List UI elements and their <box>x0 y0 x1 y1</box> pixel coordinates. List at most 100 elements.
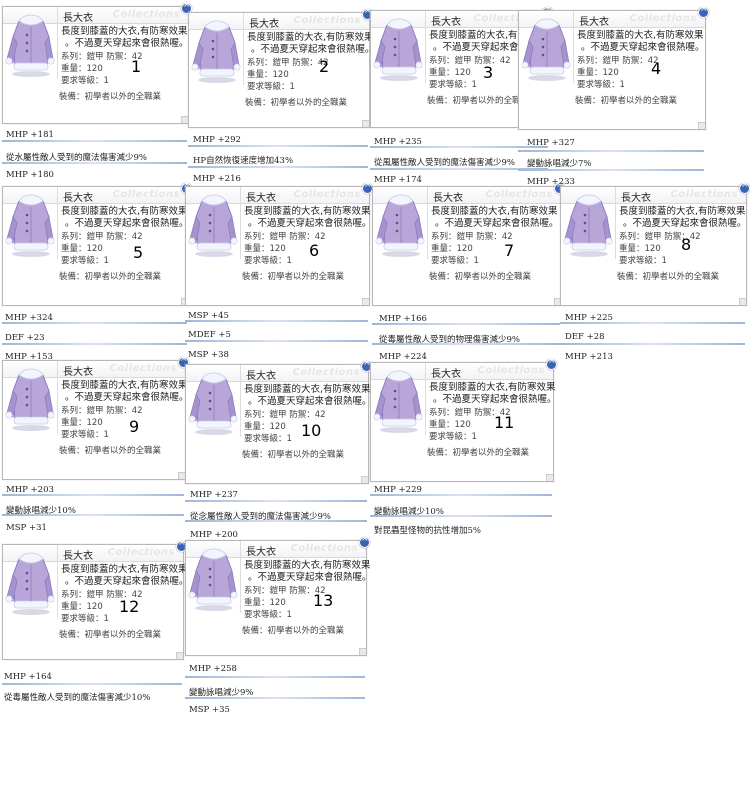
item-tooltip-card-8: 長大衣 Collections 長度到膝蓋的大衣,有防寒效果 。不過夏天穿起來會… <box>560 180 750 306</box>
bonus-stat-line: 從毒屬性敵人受到的魔法傷害減少10% <box>4 693 151 703</box>
coat-icon <box>371 11 426 83</box>
resize-grip[interactable] <box>359 648 366 655</box>
coat-icon <box>186 365 241 437</box>
item-equip-classes: 裝備：初學者以外的全職業 <box>575 96 678 106</box>
item-title: 長大衣 <box>63 193 93 204</box>
item-required-level: 要求等級：1 <box>61 256 109 266</box>
bonus-separator <box>560 322 745 324</box>
coat-icon <box>3 361 58 433</box>
bonus-stat-line: MHP +181 <box>6 130 54 140</box>
item-description-line-1: 長度到膝蓋的大衣,有防寒效果 <box>61 380 188 391</box>
item-series-defense: 系列：鎧甲 防禦：42 <box>429 56 511 66</box>
item-equip-classes: 裝備：初學者以外的全職業 <box>242 626 345 636</box>
item-description-line-2: 。不過夏天穿起來會很熱喔。 <box>581 42 705 53</box>
item-series-defense: 系列：鎧甲 防禦：42 <box>244 410 326 420</box>
resize-grip[interactable] <box>739 298 746 305</box>
item-description-line-2: 。不過夏天穿起來會很熱喔。 <box>65 576 189 587</box>
bonus-separator <box>2 322 187 324</box>
card-index-number: 4 <box>651 59 662 78</box>
coat-icon <box>186 541 241 613</box>
item-equip-classes: 裝備：初學者以外的全職業 <box>429 272 532 282</box>
close-icon[interactable] <box>698 4 709 18</box>
resize-grip[interactable] <box>176 652 183 659</box>
bonus-stat-line: MHP +180 <box>6 170 54 180</box>
item-title: 長大衣 <box>249 19 279 30</box>
item-required-level: 要求等級：1 <box>244 610 292 620</box>
close-icon[interactable] <box>739 180 750 194</box>
item-description-line-2: 。不過夏天穿起來會很熱喔。 <box>65 218 189 229</box>
item-weight: 重量：120 <box>619 244 661 254</box>
item-required-level: 要求等級：1 <box>431 256 479 266</box>
item-description-line-2: 。不過夏天穿起來會很熱喔。 <box>65 392 189 403</box>
item-weight: 重量：120 <box>429 420 471 430</box>
close-icon[interactable] <box>359 534 370 548</box>
bonus-separator <box>518 150 704 152</box>
item-series-defense: 系列：鎧甲 防禦：42 <box>61 406 143 416</box>
resize-grip[interactable] <box>178 472 185 479</box>
bonus-stat-line: MHP +174 <box>374 175 422 185</box>
bonus-stat-line: MHP +237 <box>190 490 238 500</box>
item-description-line-2: 。不過夏天穿起來會很熱喔。 <box>251 44 375 55</box>
item-required-level: 要求等級：1 <box>577 80 625 90</box>
item-title: 長大衣 <box>431 17 461 28</box>
collections-watermark: Collections <box>670 189 738 200</box>
item-description-line-1: 長度到膝蓋的大衣,有防寒效果 <box>61 206 188 217</box>
coat-icon <box>3 7 58 79</box>
coat-icon <box>3 187 58 259</box>
item-tooltip-card-2: 長大衣 Collections 長度到膝蓋的大衣,有防寒效果 。不過夏天穿起來會… <box>188 6 375 128</box>
collections-watermark: Collections <box>292 367 360 378</box>
coat-icon <box>186 187 241 259</box>
collections-watermark: Collections <box>293 15 361 26</box>
item-weight: 重量：120 <box>61 602 103 612</box>
item-equip-classes: 裝備：初學者以外的全職業 <box>59 272 162 282</box>
bonus-stat-line: HP自然恢復速度增加43% <box>193 156 294 166</box>
bonus-separator <box>185 340 368 342</box>
resize-grip[interactable] <box>698 122 705 129</box>
card-index-number: 11 <box>494 413 515 432</box>
bonus-separator <box>188 145 368 147</box>
resize-grip[interactable] <box>546 474 553 481</box>
item-description-line-1: 長度到膝蓋的大衣,有防寒效果 <box>244 206 371 217</box>
card-index-number: 12 <box>119 597 140 616</box>
item-title: 長大衣 <box>579 17 609 28</box>
collections-watermark: Collections <box>293 189 361 200</box>
item-weight: 重量：120 <box>61 244 103 254</box>
close-icon[interactable] <box>546 356 557 370</box>
item-description-line-1: 長度到膝蓋的大衣,有防寒效果 <box>247 32 374 43</box>
item-equip-classes: 裝備：初學者以外的全職業 <box>242 272 345 282</box>
card-index-number: 3 <box>483 63 494 82</box>
collections-watermark: Collections <box>290 543 358 554</box>
card-index-number: 6 <box>309 241 320 260</box>
coat-icon <box>189 13 244 85</box>
item-title: 長大衣 <box>63 367 93 378</box>
item-description-line-1: 長度到膝蓋的大衣,有防寒效果 <box>244 560 371 571</box>
bonus-stat-line: MSP +38 <box>188 350 229 360</box>
item-tooltip-card-1: 長大衣 Collections 長度到膝蓋的大衣,有防寒效果 。不過夏天穿起來會… <box>2 0 192 124</box>
bonus-separator <box>188 166 368 168</box>
item-equip-classes: 裝備：初學者以外的全職業 <box>59 92 162 102</box>
item-equip-classes: 裝備：初學者以外的全職業 <box>59 630 162 640</box>
collections-watermark: Collections <box>485 189 553 200</box>
item-tooltip-card-10: 長大衣 Collections 長度到膝蓋的大衣,有防寒效果 。不過夏天穿起來會… <box>185 358 372 484</box>
item-description-line-2: 。不過夏天穿起來會很熱喔。 <box>248 218 372 229</box>
resize-grip[interactable] <box>181 116 188 123</box>
bonus-stat-line: MHP +216 <box>193 174 241 184</box>
bonus-stat-line: MHP +153 <box>5 352 53 362</box>
item-tooltip-card-7: 長大衣 Collections 長度到膝蓋的大衣,有防寒效果 。不過夏天穿起來會… <box>372 180 565 306</box>
item-tooltip-card-4: 長大衣 Collections 長度到膝蓋的大衣,有防寒效果 。不過夏天穿起來會… <box>518 4 709 130</box>
resize-grip[interactable] <box>361 476 368 483</box>
bonus-stat-line: MSP +31 <box>6 523 47 533</box>
bonus-separator <box>2 162 187 164</box>
resize-grip[interactable] <box>362 298 369 305</box>
item-required-level: 要求等級：1 <box>429 80 477 90</box>
item-equip-classes: 裝備：初學者以外的全職業 <box>59 446 162 456</box>
collections-watermark: Collections <box>112 9 180 20</box>
bonus-separator <box>560 343 745 345</box>
item-series-defense: 系列：鎧甲 防禦：42 <box>247 58 329 68</box>
item-series-defense: 系列：鎧甲 防禦：42 <box>577 56 659 66</box>
resize-grip[interactable] <box>362 120 369 127</box>
item-required-level: 要求等級：1 <box>244 256 292 266</box>
bonus-stat-line: MHP +213 <box>565 352 613 362</box>
coat-icon <box>371 363 426 435</box>
item-title: 長大衣 <box>433 193 463 204</box>
